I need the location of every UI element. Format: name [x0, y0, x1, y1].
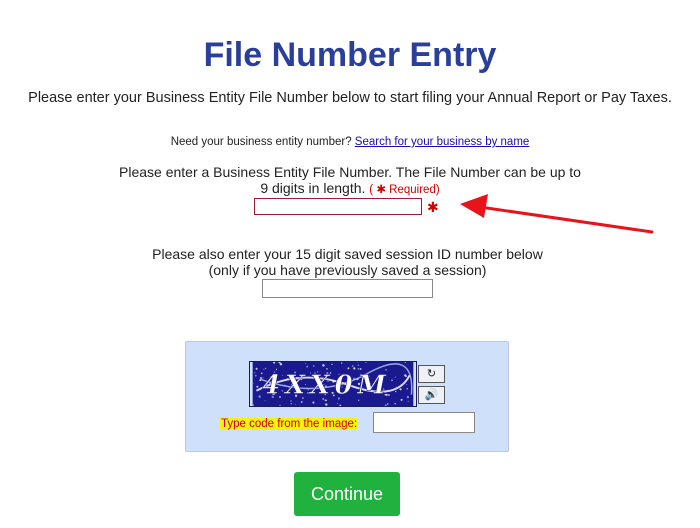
lookup-line: Need your business entity number? Search… — [0, 136, 700, 148]
captcha-noise-dot — [252, 404, 255, 406]
captcha-text: 4XX0M — [262, 371, 390, 401]
captcha-noise-dot — [290, 403, 292, 405]
captcha-noise-dot — [400, 398, 403, 401]
captcha-noise-dot — [331, 363, 333, 365]
captcha-noise-dot — [254, 372, 256, 374]
red-arrow-annotation — [460, 194, 654, 234]
lookup-prompt: Need your business entity number? — [170, 136, 352, 148]
captcha-noise-dot — [359, 368, 362, 370]
captcha-audio-button[interactable]: 🔊 — [418, 386, 445, 404]
captcha-noise-dot — [295, 403, 296, 405]
captcha-noise-dot — [391, 379, 393, 381]
captcha-panel: 4XX0M ↻ 🔊 Type code from the image: — [185, 341, 509, 452]
intro-text: Please enter your Business Entity File N… — [28, 90, 672, 106]
captcha-noise-dot — [357, 362, 359, 363]
captcha-noise-dot — [406, 388, 408, 390]
captcha-noise-dot — [279, 363, 281, 365]
captcha-noise-dot — [279, 404, 281, 406]
captcha-noise-dot — [339, 404, 342, 406]
captcha-noise-dot — [406, 384, 408, 386]
captcha-noise-dot — [365, 362, 367, 364]
captcha-input[interactable] — [373, 412, 475, 433]
captcha-noise-dot — [265, 367, 267, 369]
captcha-noise-dot — [404, 374, 407, 377]
file-number-instruction-line1: Please enter a Business Entity File Numb… — [119, 164, 581, 180]
continue-button[interactable]: Continue — [294, 472, 400, 516]
captcha-noise-dot — [299, 405, 301, 406]
captcha-noise-dot — [279, 363, 283, 366]
session-id-input[interactable] — [262, 279, 433, 298]
captcha-noise-dot — [399, 388, 402, 391]
captcha-noise-dot — [406, 395, 410, 399]
captcha-noise-dot — [357, 367, 360, 370]
captcha-noise-dot — [395, 390, 397, 393]
captcha-noise-dot — [322, 364, 325, 367]
captcha-noise-dot — [312, 401, 315, 404]
captcha-image: 4XX0M — [249, 361, 417, 407]
captcha-noise-dot — [251, 382, 254, 385]
required-text: Required) — [389, 184, 440, 196]
session-instruction-line2: (only if you have previously saved a ses… — [208, 262, 487, 278]
captcha-noise-dot — [273, 362, 276, 364]
refresh-icon: ↻ — [426, 368, 437, 380]
captcha-noise-dot — [312, 365, 315, 367]
captcha-noise-dot — [353, 367, 356, 370]
speaker-icon: 🔊 — [424, 389, 439, 401]
captcha-noise-dot — [357, 364, 360, 367]
captcha-noise-dot — [326, 368, 328, 370]
captcha-noise-dot — [300, 401, 303, 403]
arrow-shaft — [478, 205, 654, 234]
captcha-noise-dot — [394, 376, 396, 378]
file-number-instruction-line2: 9 digits in length. — [260, 180, 366, 196]
captcha-noise-dot — [306, 365, 309, 368]
captcha-noise-dot — [395, 386, 397, 388]
captcha-noise-dot — [341, 362, 343, 364]
required-open-paren: ( — [369, 184, 374, 196]
captcha-refresh-button[interactable]: ↻ — [418, 365, 445, 383]
captcha-noise-dot — [347, 367, 350, 370]
captcha-noise-dot — [263, 368, 265, 370]
file-number-required-star-icon: ✱ — [427, 199, 439, 215]
session-instructions: Please also enter your 15 digit saved se… — [100, 246, 595, 278]
captcha-label: Type code from the image: — [220, 418, 359, 430]
captcha-noise-dot — [384, 404, 387, 406]
captcha-noise-dot — [407, 400, 409, 402]
captcha-noise-dot — [386, 403, 389, 405]
required-note: ( ✱ Required) — [369, 184, 439, 196]
captcha-noise-dot — [278, 362, 281, 364]
page: File Number Entry Please enter your Busi… — [0, 0, 700, 528]
required-star-icon: ✱ — [376, 184, 386, 196]
captcha-noise-dot — [256, 385, 259, 388]
captcha-noise-dot — [351, 365, 353, 367]
captcha-noise-dot — [258, 395, 261, 398]
captcha-noise-dot — [394, 402, 396, 405]
captcha-noise-dot — [254, 374, 257, 377]
session-instruction-line1: Please also enter your 15 digit saved se… — [152, 246, 543, 262]
captcha-noise-dot — [337, 403, 338, 404]
captcha-noise-dot — [325, 403, 328, 406]
arrow-head — [460, 194, 488, 218]
page-title: File Number Entry — [203, 36, 497, 74]
captcha-noise-dot — [255, 367, 258, 370]
captcha-noise-dot — [404, 362, 406, 363]
captcha-noise-dot — [305, 362, 307, 364]
file-number-input[interactable] — [254, 198, 422, 215]
search-by-name-link[interactable]: Search for your business by name — [355, 136, 530, 148]
